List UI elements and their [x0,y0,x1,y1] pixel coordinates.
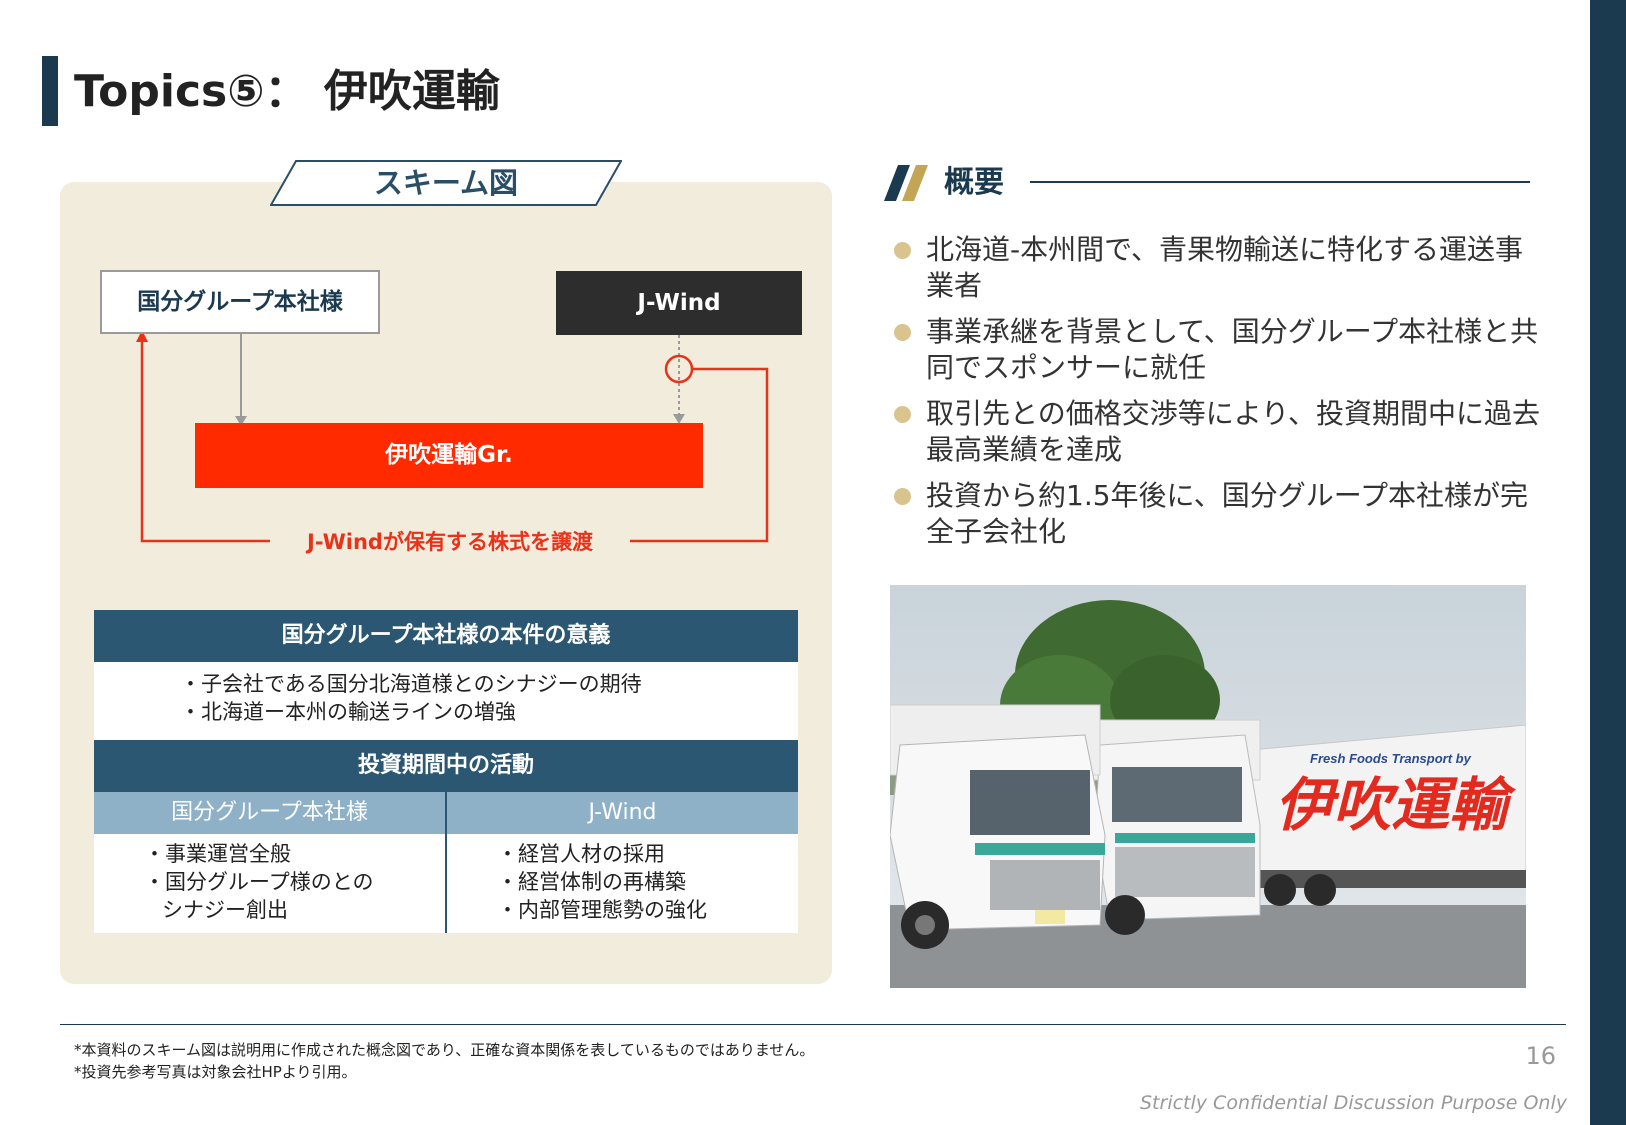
significance-item: ・北海道ー本州の輸送ラインの増強 [180,700,516,724]
activities-sub-jwind: J-Wind [447,792,798,834]
overview-bullet: 北海道-本州間で、青果物輸送に特化する運送事業者 [890,232,1550,304]
overview-bullet: 投資から約1.5年後に、国分グループ本社様が完全子会社化 [890,478,1550,550]
bullet-dot-icon [894,242,911,259]
bullet-dot-icon [894,488,911,505]
table-column-divider [445,792,447,933]
ibuki-group-box: 伊吹運輸Gr. [195,423,703,488]
transfer-label: J-Windが保有する株式を譲渡 [270,525,630,559]
truck-photo: Fresh Foods Transport by 伊吹運輸 [890,585,1526,988]
page-number: 16 [1525,1042,1556,1070]
significance-header: 国分グループ本社様の本件の意義 [94,610,798,662]
activity-item: ・内部管理態勢の強化 [497,898,707,922]
truck-brand-text: 伊吹運輸 [1275,771,1517,839]
significance-item: ・子会社である国分北海道様とのシナジーの期待 [180,672,642,696]
activity-item: ・経営体制の再構築 [497,870,686,894]
kokubu-group-box: 国分グループ本社様 [100,270,380,334]
overview-bullet-list: 北海道-本州間で、青果物輸送に特化する運送事業者 事業承継を背景として、国分グル… [890,232,1550,560]
confidential-notice: Strictly Confidential Discussion Purpose… [1140,1092,1567,1114]
jwind-box: J-Wind [556,271,802,335]
truck-small-text: Fresh Foods Transport by [1310,751,1472,766]
overview-bullet: 取引先との価格交渉等により、投資期間中に過去最高業績を達成 [890,396,1550,468]
footer-rule [60,1024,1566,1025]
significance-body: ・子会社である国分北海道様とのシナジーの期待 ・北海道ー本州の輸送ラインの増強 [94,662,798,740]
activity-item: ・事業運営全般 [144,842,291,866]
overview-title: 概要 [944,165,1004,200]
activities-sub-kokubu: 国分グループ本社様 [94,792,445,834]
double-slash-icon [884,165,928,201]
title-accent-bar [42,56,58,126]
bullet-dot-icon [894,324,911,341]
activity-item: ・国分グループ様のとの [144,870,374,894]
truck-photo-illustration: Fresh Foods Transport by 伊吹運輸 [890,585,1526,988]
right-edge-bar [1590,0,1626,1125]
activities-header: 投資期間中の活動 [94,740,798,792]
overview-title-rule [1030,181,1530,183]
overview-bullet: 事業承継を背景として、国分グループ本社様と共同でスポンサーに就任 [890,314,1550,386]
footnote-photo: *投資先参考写真は対象会社HPより引用。 [74,1063,357,1081]
footnote-scheme: *本資料のスキーム図は説明用に作成された概念図であり、正確な資本関係を表している… [74,1041,815,1059]
bullet-dot-icon [894,406,911,423]
activity-item: ・経営人材の採用 [497,842,665,866]
page-title: Topics⑤： 伊吹運輸 [74,66,500,117]
activity-item: シナジー創出 [162,898,288,922]
activities-kokubu-body: ・事業運営全般 ・国分グループ様のとの シナジー創出 [94,834,445,933]
activities-jwind-body: ・経営人材の採用 ・経営体制の再構築 ・内部管理態勢の強化 [447,834,798,933]
